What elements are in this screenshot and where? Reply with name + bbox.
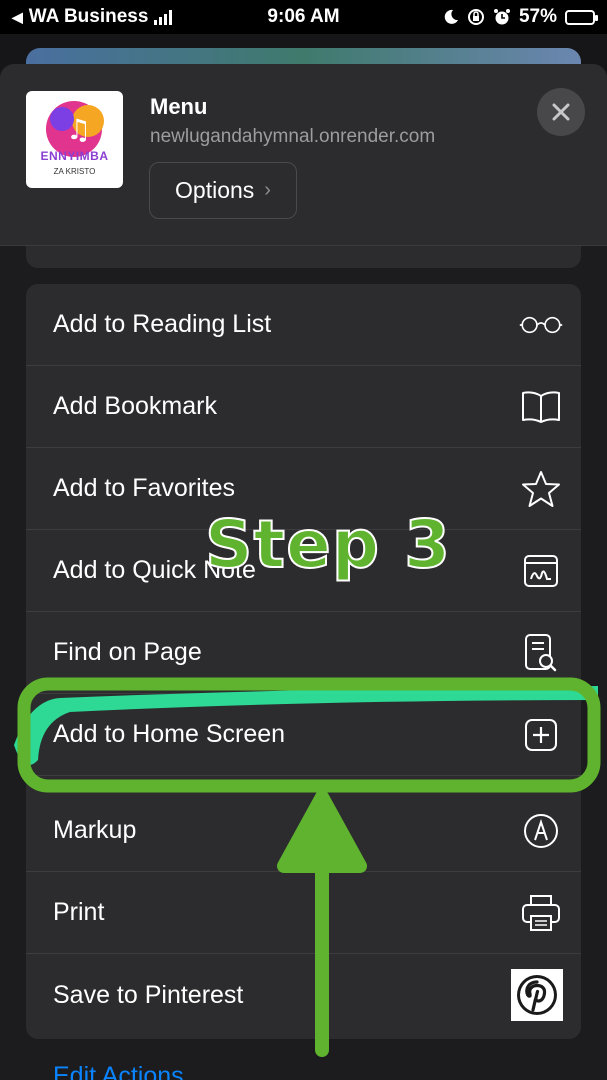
- status-right: 57%: [443, 6, 598, 28]
- status-bar: ◀ WA Business 9:06 AM 57%: [0, 0, 607, 34]
- edit-actions-link[interactable]: Edit Actions...: [53, 1062, 204, 1080]
- book-icon: [519, 385, 563, 429]
- quick-note-icon: [519, 549, 563, 593]
- previous-group-tail: [26, 246, 581, 268]
- site-app-icon: ♫ ENNYIMBA ZA KRISTO: [26, 91, 123, 188]
- action-label: Add Bookmark: [53, 392, 217, 420]
- action-markup[interactable]: Markup: [26, 790, 581, 872]
- find-on-page-icon: [519, 631, 563, 675]
- close-button[interactable]: [537, 88, 585, 136]
- action-label: Find on Page: [53, 638, 202, 666]
- battery-icon: [565, 9, 598, 25]
- action-label: Markup: [53, 816, 137, 844]
- action-add-to-home-screen[interactable]: Add to Home Screen: [26, 694, 581, 776]
- signal-icon: [154, 9, 173, 25]
- sheet-title: Menu: [150, 94, 208, 119]
- action-add-to-reading-list[interactable]: Add to Reading List: [26, 284, 581, 366]
- chevron-right-icon: ›: [264, 179, 271, 201]
- status-left: ◀ WA Business: [12, 6, 173, 28]
- alarm-icon: [493, 9, 510, 25]
- carrier-label[interactable]: WA Business: [29, 6, 149, 28]
- svg-text:♫: ♫: [66, 113, 91, 146]
- printer-icon: [519, 891, 563, 935]
- action-label: Save to Pinterest: [53, 980, 244, 1009]
- sheet-url: newlugandahymnal.onrender.com: [150, 126, 436, 147]
- markup-icon: [519, 809, 563, 853]
- step-label: Step 3: [204, 505, 451, 584]
- add-square-icon: [519, 713, 563, 757]
- actions-list: Add to Reading List Add Bookmark Add to …: [26, 284, 581, 1039]
- moon-icon: [444, 9, 458, 24]
- app-icon-subtitle: ZA KRISTO: [53, 167, 96, 176]
- action-print[interactable]: Print: [26, 872, 581, 954]
- action-label: Add to Favorites: [53, 474, 236, 502]
- app-icon-title: ENNYIMBA: [40, 149, 109, 163]
- action-label: Add to Reading List: [53, 310, 272, 338]
- orientation-lock-icon: [467, 9, 484, 25]
- action-add-bookmark[interactable]: Add Bookmark: [26, 366, 581, 448]
- action-save-to-pinterest[interactable]: Save to Pinterest: [26, 954, 581, 1036]
- back-to-app-icon[interactable]: ◀: [12, 9, 23, 26]
- action-find-on-page[interactable]: Find on Page: [26, 612, 581, 694]
- star-icon: [519, 467, 563, 511]
- glasses-icon: [519, 303, 563, 347]
- options-label: Options: [175, 177, 255, 203]
- action-label: Add to Home Screen: [53, 720, 286, 748]
- battery-percent: 57%: [518, 6, 557, 27]
- action-label: Print: [53, 898, 105, 926]
- close-icon: [552, 103, 570, 121]
- options-button[interactable]: Options ›: [149, 162, 297, 219]
- pinterest-icon: [511, 969, 563, 1021]
